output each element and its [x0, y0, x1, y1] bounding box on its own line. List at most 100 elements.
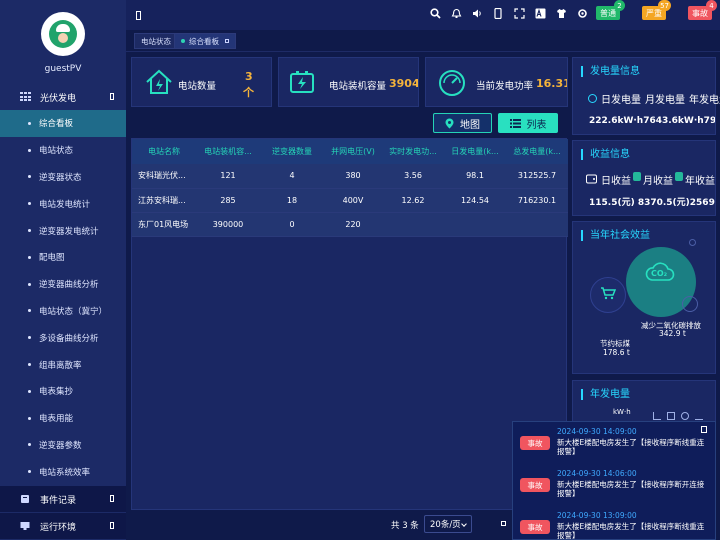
table-cell: 0 — [260, 212, 324, 237]
alarm-normal-button[interactable]: 普通 2 — [596, 0, 625, 20]
yearly-gen-label: 年发电量 — [689, 95, 720, 106]
sidebar-item-station-status[interactable]: 电站状态 — [0, 137, 126, 164]
decor-circle — [682, 296, 698, 312]
panel-title: 收益信息 — [581, 149, 630, 160]
sidebar-item-inverter-params[interactable]: 逆变器参数 — [0, 432, 126, 459]
alarm-severe-button[interactable]: 严重 57 — [642, 0, 671, 20]
fullscreen-icon[interactable] — [512, 6, 526, 20]
username: guestPV — [44, 64, 82, 74]
nav-group-environment[interactable]: 运行环境 — [0, 513, 126, 539]
table-row[interactable]: 安科瑞光伏... 121 4 380 3.56 98.1 312525.7 — [132, 164, 568, 189]
table-cell: 3.56 — [382, 164, 444, 189]
sidebar-item-station-gen-stats[interactable]: 电站发电统计 — [0, 190, 126, 217]
stat-card-station-count: 电站数量 3 个 — [131, 57, 272, 107]
search-icon[interactable] — [428, 6, 442, 20]
column-header[interactable]: 电站装机容... — [196, 139, 260, 164]
settings-icon[interactable] — [575, 6, 589, 20]
social-benefit-panel: 当年社会效益 CO₂ 减少二氧化碳排放 342.9 t 节约标煤 178.6 t — [572, 221, 716, 374]
sidebar: guestPV 光伏发电 综合看板 电站状态 逆变器状态 电站发电统计 逆变器发… — [0, 0, 126, 540]
table-cell: 98.1 — [444, 164, 506, 189]
column-header[interactable]: 逆变器数量 — [260, 139, 324, 164]
page-size-select[interactable]: 20条/页 — [424, 515, 472, 533]
notification-popup: 事故 2024-09-30 14:09:00 新大楼E楼配电房发生了【接收程序断… — [512, 421, 716, 540]
volume-icon[interactable] — [470, 6, 484, 20]
map-pin-icon — [445, 118, 454, 128]
menu-toggle-icon[interactable] — [136, 11, 141, 20]
user-icon — [49, 20, 77, 48]
notification-message: 新大楼E楼配电房发生了【接收程序断线重连报警】 — [557, 438, 705, 456]
notification-item[interactable]: 事故 2024-09-30 14:06:00 新大楼E楼配电房发生了【接收程序断… — [513, 466, 715, 498]
table-cell: 380 — [324, 164, 382, 189]
active-dot-icon — [181, 39, 185, 43]
sidebar-item-meter-reading[interactable]: 电表集抄 — [0, 378, 126, 405]
tab-label: 电站状态 — [141, 36, 171, 46]
map-view-button[interactable]: 地图 — [433, 113, 492, 133]
table-row[interactable]: 东厂01风电场 390000 0 220 — [132, 212, 568, 237]
panel-title: 年发电量 — [581, 389, 630, 400]
stat-card-capacity: 电站装机容量 390406 — [278, 57, 419, 107]
tab-station-status[interactable]: 电站状态 — [134, 33, 178, 49]
sidebar-item-inverter-gen-stats[interactable]: 逆变器发电统计 — [0, 217, 126, 244]
book-icon — [21, 495, 29, 503]
sidebar-item-station-status-jining[interactable]: 电站状态（冀宁） — [0, 298, 126, 325]
stat-value: 3 — [245, 70, 253, 83]
table-cell: 220 — [324, 212, 382, 237]
collapse-icon — [110, 495, 114, 502]
notification-item[interactable]: 事故 2024-09-30 14:09:00 新大楼E楼配电房发生了【接收程序断… — [513, 424, 715, 456]
phone-icon[interactable] — [491, 6, 505, 20]
avatar[interactable] — [41, 12, 85, 56]
chart-toolbar — [653, 412, 703, 420]
panel-title: 发电量信息 — [581, 66, 640, 77]
list-view-button[interactable]: 列表 — [498, 113, 558, 133]
collapse-icon — [110, 93, 114, 100]
refresh-icon[interactable] — [681, 412, 689, 420]
table-cell — [382, 212, 444, 237]
table-cell: 12.62 — [382, 188, 444, 213]
sidebar-item-multi-device-curve[interactable]: 多设备曲线分析 — [0, 324, 126, 351]
sidebar-item-string-dispersion[interactable]: 组串离散率 — [0, 351, 126, 378]
notification-message: 新大楼E楼配电房发生了【接收程序断开连接报警】 — [557, 480, 705, 498]
download-icon[interactable] — [695, 412, 703, 420]
button-label: 列表 — [526, 119, 547, 131]
sidebar-item-meter-energy[interactable]: 电表用能 — [0, 405, 126, 432]
prev-page-icon[interactable] — [501, 521, 506, 526]
nav-group-label: 光伏发电 — [40, 93, 77, 104]
tab-dashboard[interactable]: 综合看板 — [174, 33, 236, 49]
table-cell: 安科瑞光伏... — [132, 164, 196, 189]
sidebar-item-system-efficiency[interactable]: 电站系统效率 — [0, 458, 126, 485]
monitor-icon — [20, 522, 30, 530]
notification-time: 2024-09-30 14:06:00 — [557, 469, 637, 478]
monthly-gen-label: 月发电量 — [645, 95, 685, 106]
line-chart-icon[interactable] — [653, 412, 661, 420]
sidebar-item-distribution-diagram[interactable]: 配电图 — [0, 244, 126, 271]
nav-group-pv[interactable]: 光伏发电 — [0, 84, 126, 110]
bell-icon[interactable] — [449, 6, 463, 20]
font-size-icon[interactable] — [533, 6, 547, 20]
table-row[interactable]: 江苏安科瑞... 285 18 400V 12.62 124.54 716230… — [132, 188, 568, 213]
nav-group-events[interactable]: 事件记录 — [0, 486, 126, 512]
badge-count: 2 — [614, 0, 625, 11]
column-header[interactable]: 总发电量(k... — [506, 139, 568, 164]
column-header[interactable]: 并网电压(V) — [324, 139, 382, 164]
gen-values: 222.6kW·h7643.6kW·h79263.9 — [589, 116, 715, 126]
tabs-row: 电站状态 综合看板 — [126, 30, 720, 52]
shirt-icon[interactable] — [554, 6, 568, 20]
table-cell: 121 — [196, 164, 260, 189]
sidebar-item-dashboard[interactable]: 综合看板 — [0, 110, 126, 137]
bar-chart-icon[interactable] — [667, 412, 675, 420]
notification-item[interactable]: 事故 2024-09-30 13:09:00 新大楼E楼配电房发生了【接收程序断… — [513, 508, 715, 539]
revenue-values: 115.5(元) 8370.5(元)256973.8 — [589, 198, 715, 208]
column-header[interactable]: 日发电量(k... — [444, 139, 506, 164]
table-cell: 716230.1 — [506, 188, 568, 213]
close-icon[interactable] — [225, 39, 229, 43]
table-cell: 江苏安科瑞... — [132, 188, 196, 213]
stat-label: 电站装机容量 — [329, 81, 387, 92]
gen-labels: 日发电量 月发电量 年发电量 — [601, 91, 720, 106]
sidebar-item-inverter-curve[interactable]: 逆变器曲线分析 — [0, 271, 126, 298]
sidebar-item-inverter-status[interactable]: 逆变器状态 — [0, 164, 126, 191]
monthly-revenue-label: 月收益 — [643, 176, 673, 187]
daily-revenue-label: 日收益 — [601, 176, 631, 187]
alarm-accident-button[interactable]: 事故 4 — [688, 0, 717, 20]
column-header[interactable]: 实时发电功... — [382, 139, 444, 164]
column-header[interactable]: 电站名称 — [132, 139, 196, 164]
